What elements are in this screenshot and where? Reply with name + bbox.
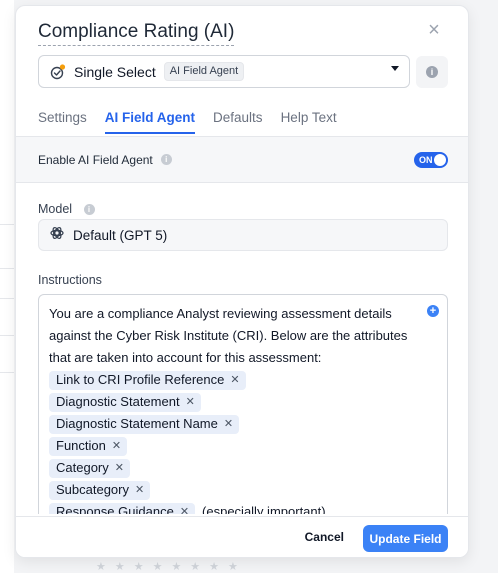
model-value: Default (GPT 5) — [73, 227, 168, 243]
model-select[interactable]: Default (GPT 5) — [38, 219, 448, 251]
attribute-chip-label: Diagnostic Statement Name — [56, 416, 218, 431]
close-icon[interactable]: × — [424, 20, 444, 40]
attribute-chip-label: Category — [56, 460, 109, 475]
background-rating-stars: ★★★★★★★★ — [96, 561, 247, 573]
agent-settings-body: Model i Default (GPT 5) Instructions You… — [16, 184, 468, 514]
attribute-line: Category ✕ — [49, 457, 417, 479]
attribute-chip[interactable]: Link to CRI Profile Reference ✕ — [49, 369, 246, 391]
info-icon[interactable]: i — [83, 204, 95, 216]
single-select-icon — [49, 63, 67, 81]
attribute-chip[interactable]: Diagnostic Statement ✕ — [49, 391, 201, 413]
dialog-footer: Cancel Update Field — [16, 516, 468, 557]
remove-chip-icon[interactable]: ✕ — [186, 391, 195, 413]
chevron-down-icon — [391, 66, 399, 71]
enable-ai-agent-label: Enable AI Field Agent — [38, 152, 153, 167]
attribute-chip[interactable]: Response Guidance ✕ — [49, 501, 196, 514]
info-icon[interactable]: i — [160, 154, 172, 165]
remove-chip-icon[interactable]: ✕ — [224, 413, 233, 435]
attribute-chip[interactable]: Subcategory ✕ — [49, 479, 151, 501]
add-attribute-icon[interactable]: + — [427, 305, 439, 317]
attribute-line: Diagnostic Statement Name ✕ — [49, 413, 417, 435]
tab-ai-field-agent[interactable]: AI Field Agent — [104, 110, 196, 134]
attribute-line: Response Guidance ✕ (especially importan… — [49, 501, 417, 514]
toggle-state-text: ON — [419, 155, 433, 165]
tab-help-text[interactable]: Help Text — [281, 110, 337, 134]
attribute-chip[interactable]: Diagnostic Statement Name ✕ — [49, 413, 240, 435]
model-section: Model i — [38, 202, 95, 216]
background-panel — [0, 0, 14, 573]
attribute-line: Diagnostic Statement ✕ — [49, 391, 417, 413]
instructions-text-line: that are taken into account for this ass… — [49, 350, 322, 365]
remove-chip-icon[interactable]: ✕ — [180, 501, 189, 514]
settings-tabs: Settings AI Field Agent Defaults Help Te… — [38, 110, 355, 134]
field-type-label: Single Select — [74, 63, 156, 80]
info-icon: i — [426, 66, 438, 78]
remove-chip-icon[interactable]: ✕ — [135, 479, 144, 501]
model-label: Model — [38, 202, 73, 216]
instructions-label: Instructions — [38, 273, 102, 287]
background-divider — [0, 224, 14, 225]
tab-defaults[interactable]: Defaults — [213, 110, 263, 134]
field-type-select[interactable]: Single Select AI Field Agent — [38, 55, 410, 88]
attribute-chip-label: Link to CRI Profile Reference — [56, 372, 225, 387]
attribute-chip-label: Diagnostic Statement — [56, 394, 180, 409]
edit-field-dialog: Compliance Rating (AI) × Single Select A… — [15, 5, 469, 558]
cancel-button[interactable]: Cancel — [305, 530, 344, 544]
background-divider — [0, 335, 14, 336]
attribute-note: (especially important) — [202, 504, 326, 514]
dialog-title[interactable]: Compliance Rating (AI) — [38, 21, 235, 46]
background-divider — [0, 268, 14, 269]
attribute-chip[interactable]: Function ✕ — [49, 435, 128, 457]
attribute-line: Subcategory ✕ — [49, 479, 417, 501]
background-divider — [0, 298, 14, 299]
enable-ai-agent-row: Enable AI Field Agent i ON — [16, 136, 468, 183]
attribute-chip-label: Function — [56, 438, 106, 453]
ai-field-agent-badge: AI Field Agent — [163, 62, 245, 81]
instructions-text-line: against the Cyber Risk Institute (CRI). … — [49, 328, 408, 343]
update-field-button[interactable]: Update Field — [363, 525, 448, 552]
remove-chip-icon[interactable]: ✕ — [115, 457, 124, 479]
enable-ai-agent-toggle[interactable]: ON — [414, 152, 448, 168]
dialog-header: Compliance Rating (AI) × Single Select A… — [16, 6, 468, 102]
toggle-knob — [434, 154, 446, 166]
instructions-text-line: You are a compliance Analyst reviewing a… — [49, 306, 392, 321]
attribute-chip[interactable]: Category ✕ — [49, 457, 130, 479]
remove-chip-icon[interactable]: ✕ — [230, 369, 239, 391]
background-divider — [0, 372, 14, 373]
openai-icon — [49, 225, 65, 246]
attribute-line: Link to CRI Profile Reference ✕ — [49, 369, 417, 391]
attribute-line: Function ✕ — [49, 435, 417, 457]
tab-settings[interactable]: Settings — [38, 110, 87, 134]
attribute-chip-label: Response Guidance — [56, 504, 174, 514]
remove-chip-icon[interactable]: ✕ — [112, 435, 121, 457]
field-info-button[interactable]: i — [416, 56, 448, 88]
instructions-editor[interactable]: You are a compliance Analyst reviewing a… — [38, 294, 448, 514]
attribute-chip-label: Subcategory — [56, 482, 129, 497]
